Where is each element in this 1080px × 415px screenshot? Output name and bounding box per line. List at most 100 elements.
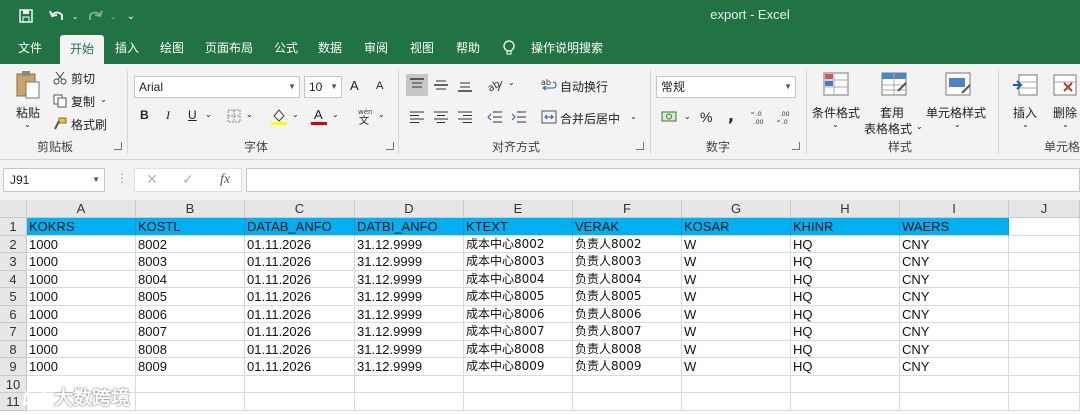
table-cell[interactable]: 31.12.9999: [355, 323, 464, 341]
insert-cells-label[interactable]: 插入: [1013, 104, 1037, 121]
table-cell[interactable]: W: [682, 305, 791, 323]
table-cell[interactable]: W: [682, 235, 791, 253]
tell-me-search[interactable]: 操作说明搜索: [522, 32, 612, 64]
header-cell[interactable]: DATAB_ANFO: [245, 218, 355, 236]
tab-view[interactable]: 视图: [402, 32, 442, 64]
tab-data[interactable]: 数据: [310, 32, 350, 64]
select-all-corner[interactable]: [0, 200, 27, 218]
tab-page-layout[interactable]: 页面布局: [198, 32, 260, 64]
align-right-icon[interactable]: [454, 108, 476, 126]
tab-formulas[interactable]: 公式: [266, 32, 306, 64]
conditional-formatting-icon[interactable]: [820, 70, 854, 100]
table-cell[interactable]: W: [682, 323, 791, 341]
increase-indent-icon[interactable]: [508, 108, 530, 126]
paste-icon[interactable]: [14, 70, 42, 100]
cell-styles-label[interactable]: 单元格样式: [926, 104, 986, 121]
align-center-icon[interactable]: [430, 108, 452, 126]
empty-cell[interactable]: [1009, 288, 1080, 306]
row-header[interactable]: 6: [0, 305, 27, 323]
bold-button[interactable]: B: [140, 108, 149, 122]
table-cell[interactable]: 01.11.2026: [245, 358, 355, 376]
header-cell[interactable]: KOSTL: [136, 218, 245, 236]
name-box[interactable]: J91 ▼: [3, 168, 105, 192]
column-header[interactable]: F: [573, 200, 682, 218]
wrap-text-label[interactable]: 自动换行: [560, 78, 608, 95]
table-cell[interactable]: 01.11.2026: [245, 305, 355, 323]
table-cell[interactable]: 负责人8005: [573, 288, 682, 306]
empty-cell[interactable]: [900, 375, 1009, 393]
table-cell[interactable]: CNY: [900, 305, 1009, 323]
row-header[interactable]: 3: [0, 253, 27, 271]
table-cell[interactable]: 成本中心8008: [464, 340, 573, 358]
empty-cell[interactable]: [1009, 270, 1080, 288]
table-cell[interactable]: 31.12.9999: [355, 253, 464, 271]
table-cell[interactable]: HQ: [791, 358, 900, 376]
table-cell[interactable]: 01.11.2026: [245, 323, 355, 341]
table-cell[interactable]: 31.12.9999: [355, 358, 464, 376]
column-header[interactable]: D: [355, 200, 464, 218]
table-cell[interactable]: 负责人8006: [573, 305, 682, 323]
formula-bar-grip-icon[interactable]: ⋮: [116, 171, 128, 185]
row-header[interactable]: 7: [0, 323, 27, 341]
column-header[interactable]: C: [245, 200, 355, 218]
table-cell[interactable]: 01.11.2026: [245, 235, 355, 253]
table-cell[interactable]: 31.12.9999: [355, 340, 464, 358]
number-dialog-launcher[interactable]: [792, 142, 800, 150]
empty-cell[interactable]: [791, 375, 900, 393]
table-cell[interactable]: 负责人8007: [573, 323, 682, 341]
underline-button[interactable]: U: [188, 108, 197, 122]
merge-dropdown-icon[interactable]: ⌄: [630, 112, 637, 121]
table-cell[interactable]: CNY: [900, 235, 1009, 253]
table-cell[interactable]: HQ: [791, 323, 900, 341]
empty-cell[interactable]: [1009, 253, 1080, 271]
column-header[interactable]: E: [464, 200, 573, 218]
empty-cell[interactable]: [1009, 340, 1080, 358]
table-cell[interactable]: 负责人8009: [573, 358, 682, 376]
font-dialog-launcher[interactable]: [386, 142, 394, 150]
empty-cell[interactable]: [1009, 375, 1080, 393]
wrap-text-icon[interactable]: ab: [540, 76, 558, 94]
conditional-formatting-label[interactable]: 条件格式: [812, 104, 860, 121]
paste-label[interactable]: 粘贴: [16, 104, 40, 121]
text-orientation-icon[interactable]: ab: [484, 74, 506, 96]
table-cell[interactable]: 31.12.9999: [355, 305, 464, 323]
enter-check-icon[interactable]: ✓: [179, 171, 197, 189]
borders-icon[interactable]: [226, 108, 242, 124]
empty-cell[interactable]: [1009, 305, 1080, 323]
column-header[interactable]: J: [1009, 200, 1080, 218]
table-cell[interactable]: 8007: [136, 323, 245, 341]
table-cell[interactable]: W: [682, 358, 791, 376]
copy-label[interactable]: 复制: [71, 93, 95, 110]
format-as-table-label-1[interactable]: 套用: [880, 104, 904, 121]
phonetic-guide-icon[interactable]: wén 文: [356, 106, 374, 126]
table-cell[interactable]: 成本中心8006: [464, 305, 573, 323]
empty-cell[interactable]: [1009, 323, 1080, 341]
table-cell[interactable]: 成本中心8005: [464, 288, 573, 306]
empty-cell[interactable]: [245, 375, 355, 393]
format-painter-icon[interactable]: [52, 116, 68, 132]
format-as-table-label-2[interactable]: 表格格式: [864, 120, 912, 137]
table-cell[interactable]: HQ: [791, 270, 900, 288]
table-cell[interactable]: 1000: [27, 270, 136, 288]
table-cell[interactable]: CNY: [900, 323, 1009, 341]
column-header[interactable]: I: [900, 200, 1009, 218]
merge-center-label[interactable]: 合并后居中: [560, 110, 620, 127]
header-cell[interactable]: KOKRS: [27, 218, 136, 236]
table-cell[interactable]: 01.11.2026: [245, 288, 355, 306]
copy-dropdown-icon[interactable]: ⌄: [100, 95, 107, 104]
format-as-table-icon[interactable]: [878, 70, 912, 100]
table-cell[interactable]: HQ: [791, 235, 900, 253]
table-cell[interactable]: 负责人8002: [573, 235, 682, 253]
table-cell[interactable]: 成本中心8007: [464, 323, 573, 341]
table-cell[interactable]: 8008: [136, 340, 245, 358]
delete-cells-label[interactable]: 删除: [1053, 104, 1077, 121]
table-cell[interactable]: 31.12.9999: [355, 235, 464, 253]
table-cell[interactable]: CNY: [900, 288, 1009, 306]
align-middle-icon[interactable]: [430, 74, 452, 96]
empty-cell[interactable]: [355, 393, 464, 411]
increase-font-size-button[interactable]: A: [350, 78, 359, 93]
table-cell[interactable]: HQ: [791, 340, 900, 358]
conditional-dropdown-icon[interactable]: ⌄: [832, 120, 839, 129]
table-cell[interactable]: 01.11.2026: [245, 270, 355, 288]
table-cell[interactable]: 8006: [136, 305, 245, 323]
